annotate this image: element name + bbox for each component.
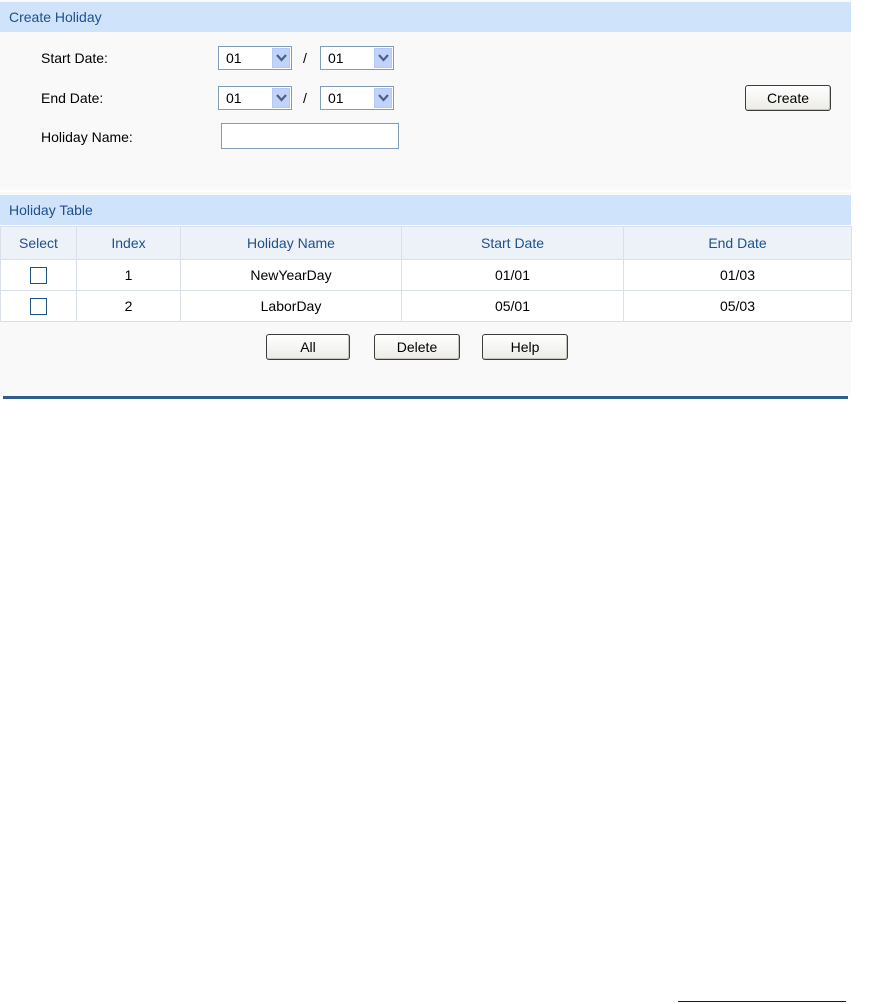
table-row: 1 NewYearDay 01/01 01/03 — [0, 259, 852, 291]
row-holiday-name: NewYearDay — [180, 259, 402, 291]
end-month-select[interactable]: 01 — [218, 86, 292, 110]
create-holiday-header: Create Holiday — [0, 2, 851, 32]
holiday-name-label: Holiday Name: — [41, 129, 133, 145]
holiday-table-header: Holiday Table — [0, 195, 851, 225]
column-header-start-date: Start Date — [401, 226, 624, 260]
end-day-value: 01 — [328, 90, 344, 106]
create-button[interactable]: Create — [745, 85, 831, 111]
chevron-down-icon[interactable] — [374, 88, 392, 108]
start-date-separator: / — [303, 50, 307, 66]
column-header-select: Select — [0, 226, 77, 260]
select-all-button[interactable]: All — [266, 334, 350, 360]
delete-button[interactable]: Delete — [374, 334, 460, 360]
table-row: 2 LaborDay 05/01 05/03 — [0, 290, 852, 322]
row-index: 1 — [76, 259, 181, 291]
start-day-select[interactable]: 01 — [320, 46, 394, 70]
chevron-down-icon[interactable] — [374, 48, 392, 68]
column-header-holiday-name: Holiday Name — [180, 226, 402, 260]
end-date-label: End Date: — [41, 90, 104, 106]
row-checkbox[interactable] — [30, 297, 47, 315]
section-divider — [3, 396, 848, 399]
column-header-index: Index — [76, 226, 181, 260]
end-date-separator: / — [303, 90, 307, 106]
start-month-value: 01 — [226, 50, 242, 66]
row-holiday-name: LaborDay — [180, 290, 402, 322]
start-date-label: Start Date: — [41, 50, 108, 66]
table-header-row: Select Index Holiday Name Start Date End… — [0, 226, 852, 260]
end-month-value: 01 — [226, 90, 242, 106]
row-select-cell — [0, 290, 77, 322]
chevron-down-icon[interactable] — [272, 88, 290, 108]
row-checkbox[interactable] — [30, 266, 47, 284]
row-start-date: 01/01 — [401, 259, 624, 291]
row-end-date: 05/03 — [623, 290, 852, 322]
row-index: 2 — [76, 290, 181, 322]
column-header-end-date: End Date — [623, 226, 852, 260]
end-day-select[interactable]: 01 — [320, 86, 394, 110]
row-end-date: 01/03 — [623, 259, 852, 291]
start-month-select[interactable]: 01 — [218, 46, 292, 70]
chevron-down-icon[interactable] — [272, 48, 290, 68]
row-select-cell — [0, 259, 77, 291]
footer-link-underline — [678, 1001, 846, 1002]
row-start-date: 05/01 — [401, 290, 624, 322]
holiday-table: Select Index Holiday Name Start Date End… — [0, 226, 852, 322]
start-day-value: 01 — [328, 50, 344, 66]
help-button[interactable]: Help — [482, 334, 568, 360]
holiday-name-input[interactable] — [221, 123, 399, 149]
